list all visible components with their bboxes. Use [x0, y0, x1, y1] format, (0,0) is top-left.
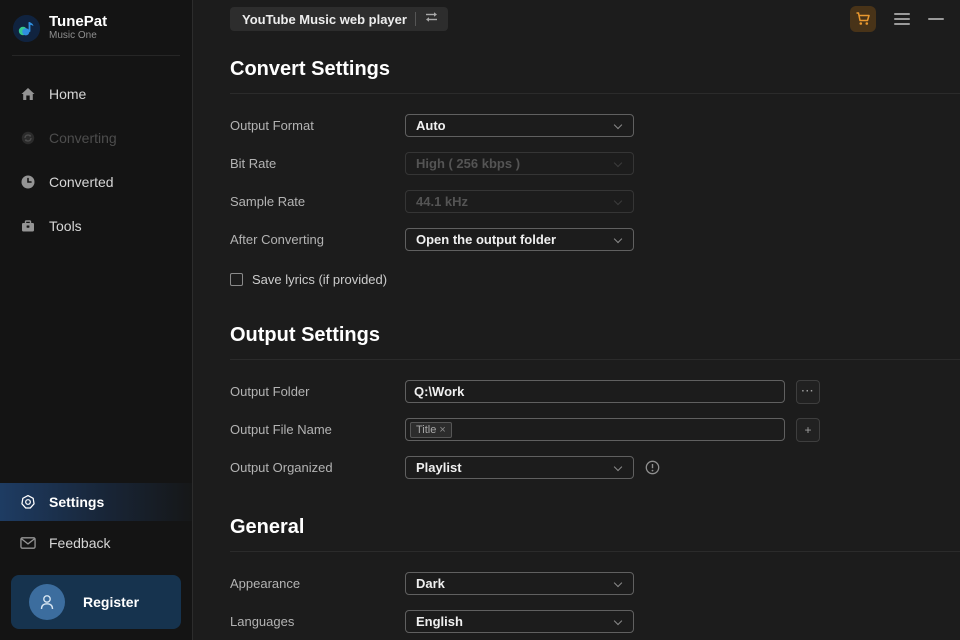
bit-rate-label: Bit Rate — [230, 156, 277, 171]
output-organized-select[interactable]: Playlist — [405, 456, 634, 479]
tools-icon — [20, 218, 36, 234]
save-lyrics-row: Save lyrics (if provided) — [230, 271, 960, 287]
languages-select[interactable]: English — [405, 610, 634, 633]
output-folder-row: Output Folder Q:\Work ··· — [230, 379, 960, 404]
languages-row: Languages English — [230, 610, 960, 633]
topbar-actions — [850, 6, 944, 32]
register-label: Register — [83, 594, 140, 610]
app-name: TunePat — [49, 13, 108, 30]
appearance-label: Appearance — [230, 576, 301, 591]
chevron-down-icon — [613, 578, 623, 588]
bit-rate-row: Bit Rate High ( 256 kbps ) — [230, 152, 960, 175]
converted-clock-icon — [20, 174, 36, 190]
appearance-select[interactable]: Dark — [405, 572, 634, 595]
app-logo: TunePat Music One — [0, 0, 192, 42]
feedback-envelope-icon — [20, 535, 36, 551]
browse-folder-button[interactable]: ··· — [796, 379, 820, 404]
main-panel: YouTube Music web player Convert Setting… — [193, 0, 960, 640]
chevron-down-icon — [613, 196, 623, 206]
home-icon — [20, 86, 36, 102]
music-source-label: YouTube Music web player — [242, 11, 407, 27]
output-file-name-input[interactable]: Title × — [405, 418, 785, 441]
sidebar-item-settings[interactable]: Settings — [0, 483, 192, 521]
sample-rate-row: Sample Rate 44.1 kHz — [230, 190, 960, 213]
sidebar-item-label: Home — [49, 86, 87, 102]
appearance-row: Appearance Dark — [230, 572, 960, 595]
sidebar-bottom: Settings Feedback Register — [0, 483, 192, 640]
section-title-convert: Convert Settings — [230, 58, 391, 80]
app-edition: Music One — [49, 30, 97, 41]
sidebar-item-label: Converted — [49, 174, 114, 190]
sidebar-item-label: Tools — [49, 218, 82, 234]
converting-icon — [20, 130, 36, 146]
topbar: YouTube Music web player — [193, 0, 960, 34]
sidebar-item-converted[interactable]: Converted — [0, 160, 192, 204]
app-window: TunePat Music One Home Converting Conver… — [0, 0, 960, 640]
after-converting-select[interactable]: Open the output folder — [405, 228, 634, 251]
section-divider — [230, 359, 960, 360]
filename-tag-title[interactable]: Title × — [410, 421, 452, 438]
sidebar-item-label: Converting — [49, 130, 117, 146]
section-divider — [230, 551, 960, 552]
output-format-label: Output Format — [230, 118, 314, 133]
hamburger-menu-button[interactable] — [894, 9, 910, 29]
save-lyrics-checkbox[interactable] — [230, 272, 243, 286]
chevron-down-icon — [613, 462, 623, 472]
sidebar-item-label: Feedback — [49, 535, 111, 551]
settings-content: Convert Settings Output Format Auto Bit … — [193, 58, 960, 633]
cart-button[interactable] — [850, 6, 876, 32]
sidebar-item-feedback[interactable]: Feedback — [0, 521, 192, 565]
register-button[interactable]: Register — [11, 575, 181, 629]
pill-divider — [414, 12, 416, 26]
output-format-row: Output Format Auto — [230, 114, 960, 137]
chevron-down-icon — [613, 234, 623, 244]
avatar-person-icon — [29, 584, 65, 620]
output-file-name-row: Output File Name Title × + — [230, 417, 960, 442]
chevron-down-icon — [613, 120, 623, 130]
sidebar-item-home[interactable]: Home — [0, 72, 192, 116]
section-title-general: General — [230, 516, 305, 538]
output-format-select[interactable]: Auto — [405, 114, 634, 137]
sidebar-item-converting[interactable]: Converting — [0, 116, 192, 160]
switch-source-icon[interactable] — [424, 10, 439, 28]
output-organized-label: Output Organized — [230, 460, 333, 475]
after-converting-row: After Converting Open the output folder — [230, 228, 960, 251]
cart-icon — [856, 12, 870, 25]
sample-rate-label: Sample Rate — [230, 194, 306, 209]
minimize-button[interactable] — [928, 11, 944, 27]
add-tag-button[interactable]: + — [796, 417, 820, 442]
sidebar: TunePat Music One Home Converting Conver… — [0, 0, 193, 640]
sample-rate-select: 44.1 kHz — [405, 190, 634, 213]
sidebar-item-label: Settings — [49, 494, 105, 510]
output-folder-input[interactable]: Q:\Work — [405, 380, 785, 403]
info-icon[interactable] — [645, 460, 660, 475]
output-file-name-label: Output File Name — [230, 422, 332, 437]
chevron-down-icon — [613, 158, 623, 168]
music-source-selector[interactable]: YouTube Music web player — [230, 7, 448, 31]
bit-rate-select: High ( 256 kbps ) — [405, 152, 634, 175]
sidebar-divider — [12, 55, 180, 56]
remove-tag-icon[interactable]: × — [439, 424, 445, 436]
sidebar-item-tools[interactable]: Tools — [0, 204, 192, 248]
tunepat-logo-icon — [13, 14, 40, 42]
sidebar-nav: Home Converting Converted Tools — [0, 72, 192, 248]
after-converting-label: After Converting — [230, 232, 324, 247]
section-title-output: Output Settings — [230, 324, 380, 346]
settings-gear-icon — [20, 494, 36, 510]
save-lyrics-label: Save lyrics (if provided) — [252, 271, 388, 287]
languages-label: Languages — [230, 614, 295, 629]
section-divider — [230, 93, 960, 94]
chevron-down-icon — [613, 616, 623, 626]
output-organized-row: Output Organized Playlist — [230, 456, 960, 479]
output-folder-label: Output Folder — [230, 384, 310, 399]
